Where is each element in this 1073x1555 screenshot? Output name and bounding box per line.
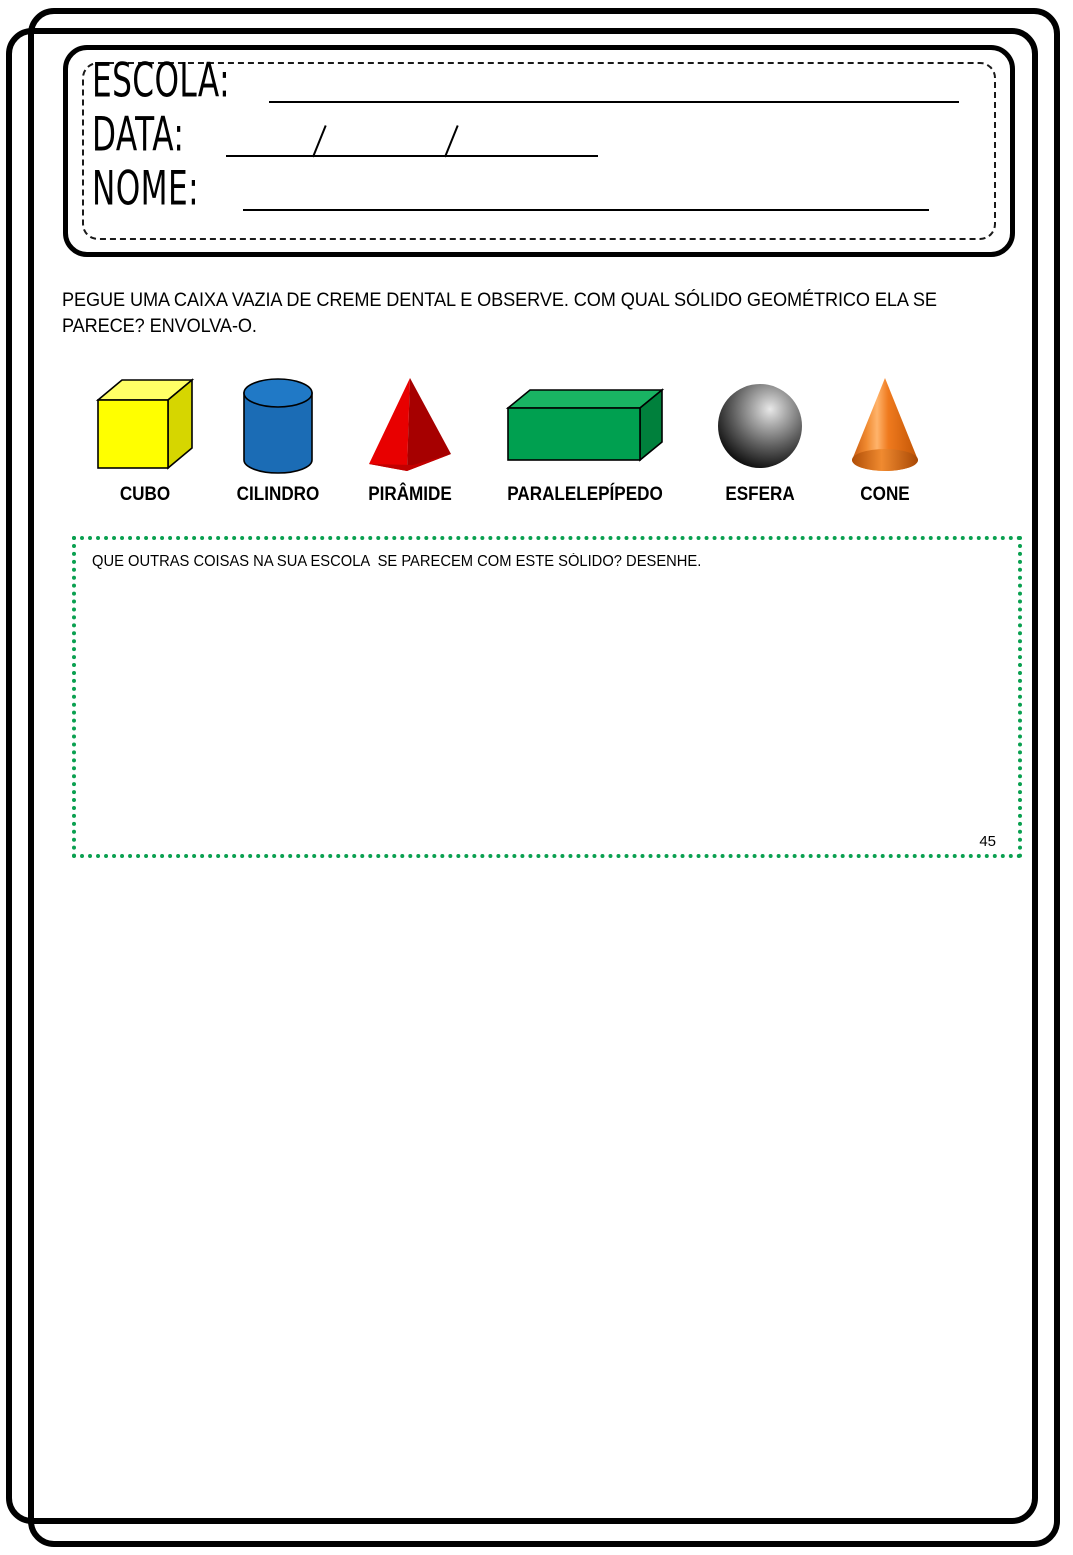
- field-data[interactable]: DATA:: [92, 107, 984, 168]
- drawing-answer-box[interactable]: QUE OUTRAS COISAS NA SUA ESCOLA SE PAREC…: [72, 536, 1022, 858]
- field-data-label: DATA:: [92, 107, 185, 163]
- cuboid-icon[interactable]: [475, 372, 695, 482]
- instruction-text: PEGUE UMA CAIXA VAZIA DE CREME DENTAL E …: [62, 289, 937, 337]
- solid-option-cilindro[interactable]: CILINDRO: [210, 372, 345, 505]
- field-escola-writing-line[interactable]: [268, 101, 959, 103]
- solid-option-piramide[interactable]: PIRÂMIDE: [345, 372, 475, 505]
- solids-row: CUBO CILINDRO PIRÂMIDE PARALELEPÍPEDO ES…: [80, 372, 940, 520]
- identification-box: ESCOLA: DATA: NOME:: [63, 45, 1015, 257]
- solid-option-esfera[interactable]: ESFERA: [695, 372, 825, 505]
- solid-option-paralelepipedo[interactable]: PARALELEPÍPEDO: [475, 372, 695, 505]
- solid-option-cubo[interactable]: CUBO: [80, 372, 210, 505]
- pyramid-icon[interactable]: [345, 372, 475, 482]
- page-number: 45: [979, 833, 996, 850]
- field-nome-label: NOME:: [92, 161, 199, 217]
- cone-icon[interactable]: [825, 372, 945, 482]
- date-separator-slash-1: [312, 125, 327, 158]
- field-nome-writing-line[interactable]: [243, 209, 930, 211]
- field-escola[interactable]: ESCOLA:: [92, 53, 984, 114]
- identification-fields: ESCOLA: DATA: NOME:: [68, 50, 1010, 252]
- field-nome[interactable]: NOME:: [92, 161, 984, 222]
- cylinder-icon[interactable]: [210, 372, 345, 482]
- field-escola-label: ESCOLA:: [92, 53, 230, 109]
- solid-label-piramide: PIRÂMIDE: [368, 484, 452, 505]
- field-data-writing-line[interactable]: [226, 125, 599, 158]
- cube-icon[interactable]: [80, 372, 210, 482]
- solid-label-paralelepipedo: PARALELEPÍPEDO: [507, 484, 663, 505]
- sphere-icon[interactable]: [695, 372, 825, 482]
- answer-prompt-text: QUE OUTRAS COISAS NA SUA ESCOLA SE PAREC…: [92, 553, 702, 570]
- solid-label-cilindro: CILINDRO: [236, 484, 319, 505]
- solid-label-cone: CONE: [860, 484, 910, 505]
- solid-label-esfera: ESFERA: [725, 484, 795, 505]
- solid-label-cubo: CUBO: [119, 484, 171, 505]
- date-separator-slash-2: [444, 125, 459, 158]
- solid-option-cone[interactable]: CONE: [825, 372, 945, 505]
